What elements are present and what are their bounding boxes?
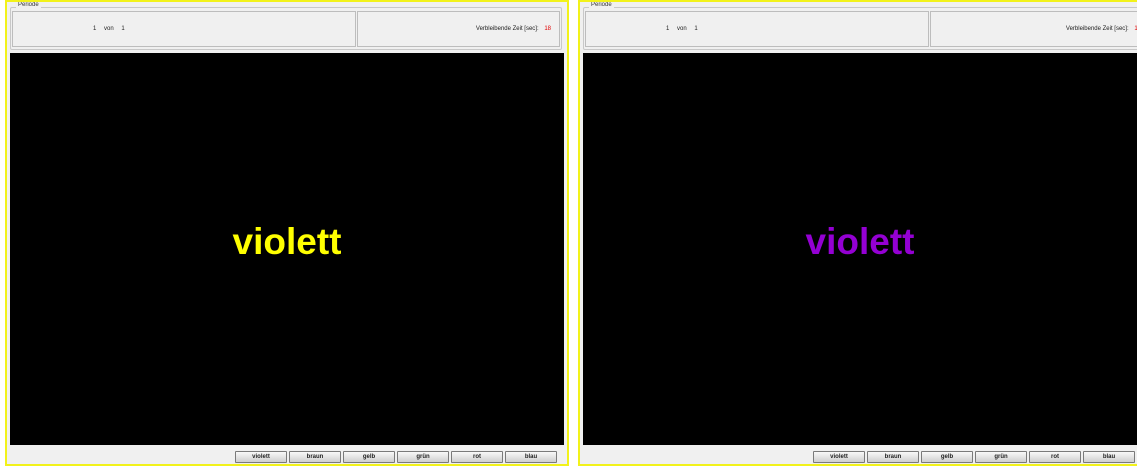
remaining-time-label: Verbleibende Zeit [sec]: bbox=[1065, 26, 1129, 32]
period-group-label: Periode bbox=[16, 2, 41, 8]
period-of-label: von bbox=[677, 26, 687, 32]
answer-button-bar: violett braun gelb grün rot blau bbox=[235, 451, 557, 463]
stimulus-area: violett bbox=[583, 53, 1137, 445]
answer-button-violett[interactable]: violett bbox=[813, 451, 865, 463]
answer-button-gelb[interactable]: gelb bbox=[343, 451, 395, 463]
period-groupbox: Periode 1 von 1 Verbleibende Zeit [sec]:… bbox=[10, 2, 562, 50]
period-of-label: von bbox=[104, 26, 114, 32]
period-counter-panel: 1 von 1 bbox=[585, 11, 929, 47]
period-counter-panel: 1 von 1 bbox=[12, 11, 356, 47]
answer-button-gruen[interactable]: grün bbox=[397, 451, 449, 463]
answer-button-gruen[interactable]: grün bbox=[975, 451, 1027, 463]
experiment-screen-2: Periode 1 von 1 Verbleibende Zeit [sec]:… bbox=[578, 0, 1137, 466]
stimulus-word: violett bbox=[805, 221, 915, 262]
remaining-time-value: 18 bbox=[544, 26, 551, 32]
answer-button-rot[interactable]: rot bbox=[1029, 451, 1081, 463]
answer-button-blau[interactable]: blau bbox=[1083, 451, 1135, 463]
answer-button-braun[interactable]: braun bbox=[867, 451, 919, 463]
stimulus-word: violett bbox=[232, 221, 342, 262]
answer-button-violett[interactable]: violett bbox=[235, 451, 287, 463]
period-group-label: Periode bbox=[589, 2, 614, 8]
remaining-time-panel: Verbleibende Zeit [sec]: 18 bbox=[357, 11, 560, 47]
stimulus-area: violett bbox=[10, 53, 564, 445]
remaining-time: Verbleibende Zeit [sec]: 18 bbox=[476, 26, 551, 32]
period-current: 1 bbox=[93, 26, 97, 32]
answer-button-braun[interactable]: braun bbox=[289, 451, 341, 463]
remaining-time-label: Verbleibende Zeit [sec]: bbox=[475, 26, 539, 32]
period-counter: 1 von 1 bbox=[666, 26, 704, 32]
answer-button-blau[interactable]: blau bbox=[505, 451, 557, 463]
remaining-time-panel: Verbleibende Zeit [sec]: 12 bbox=[930, 11, 1137, 47]
answer-button-gelb[interactable]: gelb bbox=[921, 451, 973, 463]
answer-button-bar: violett braun gelb grün rot blau bbox=[813, 451, 1135, 463]
period-total: 1 bbox=[694, 26, 698, 32]
experiment-screen-1: Periode 1 von 1 Verbleibende Zeit [sec]:… bbox=[5, 0, 569, 466]
period-total: 1 bbox=[121, 26, 125, 32]
answer-button-rot[interactable]: rot bbox=[451, 451, 503, 463]
remaining-time: Verbleibende Zeit [sec]: 12 bbox=[1066, 26, 1137, 32]
period-current: 1 bbox=[666, 26, 670, 32]
period-counter: 1 von 1 bbox=[93, 26, 131, 32]
period-groupbox: Periode 1 von 1 Verbleibende Zeit [sec]:… bbox=[583, 2, 1137, 50]
